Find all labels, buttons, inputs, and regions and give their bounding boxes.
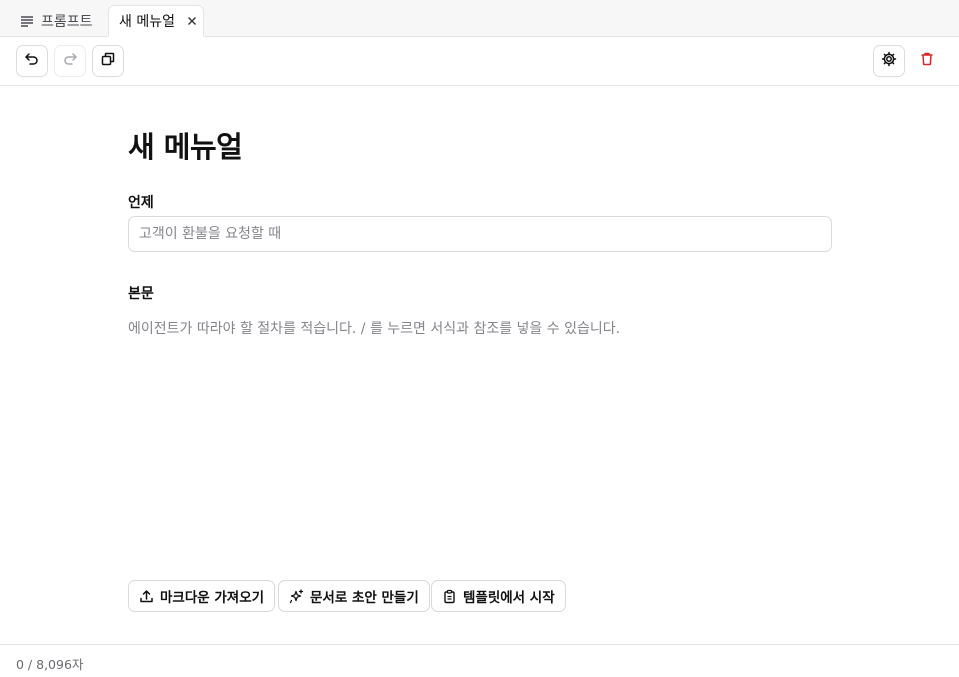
text-lines-icon	[20, 14, 34, 28]
settings-button[interactable]	[873, 45, 905, 77]
trash-icon	[919, 51, 935, 71]
page-title: 새 메뉴얼	[128, 130, 243, 164]
tab-prompt[interactable]: 프롬프트	[10, 5, 103, 37]
import-markdown-button[interactable]: 마크다운 가져오기	[128, 580, 276, 612]
undo-button[interactable]	[16, 45, 48, 77]
gear-icon	[881, 51, 897, 71]
trigger-label: 언제	[128, 195, 154, 211]
duplicate-icon	[100, 51, 116, 71]
start-from-template-button[interactable]: 템플릿에서 시작	[431, 580, 566, 612]
start-from-template-label: 템플릿에서 시작	[463, 590, 555, 606]
body-editor[interactable]: 에이전트가 따라야 할 절차를 적습니다. / 를 누르면 서식과 참조를 넣을…	[128, 318, 832, 558]
manual-editor-app: 프롬프트 새 메뉴얼 새 메뉴얼 언제 고객이 환불을 요청할 때 본문 에이전…	[0, 0, 959, 677]
draft-from-document-label: 문서로 초안 만들기	[310, 590, 419, 606]
duplicate-button[interactable]	[92, 45, 124, 77]
import-markdown-label: 마크다운 가져오기	[160, 590, 265, 606]
sparkle-icon	[289, 588, 304, 604]
tab-new-manual-label: 새 메뉴얼	[119, 14, 175, 30]
trigger-input[interactable]	[128, 216, 832, 252]
tab-new-manual[interactable]: 새 메뉴얼	[108, 5, 204, 37]
redo-icon	[62, 51, 78, 71]
upload-icon	[139, 589, 154, 604]
status-bar: 0 / 8,096자	[0, 644, 959, 677]
delete-button[interactable]	[911, 45, 943, 77]
close-icon[interactable]	[186, 15, 198, 27]
clipboard-icon	[442, 589, 457, 604]
redo-button[interactable]	[54, 45, 86, 77]
tab-bar: 프롬프트 새 메뉴얼	[0, 0, 959, 37]
character-count: 0 / 8,096자	[16, 657, 84, 672]
draft-from-document-button[interactable]: 문서로 초안 만들기	[278, 580, 430, 612]
toolbar	[0, 37, 959, 86]
body-placeholder: 에이전트가 따라야 할 절차를 적습니다. / 를 누르면 서식과 참조를 넣을…	[128, 321, 621, 337]
body-label: 본문	[128, 286, 154, 302]
undo-icon	[24, 51, 40, 71]
tab-prompt-label: 프롬프트	[41, 14, 93, 30]
